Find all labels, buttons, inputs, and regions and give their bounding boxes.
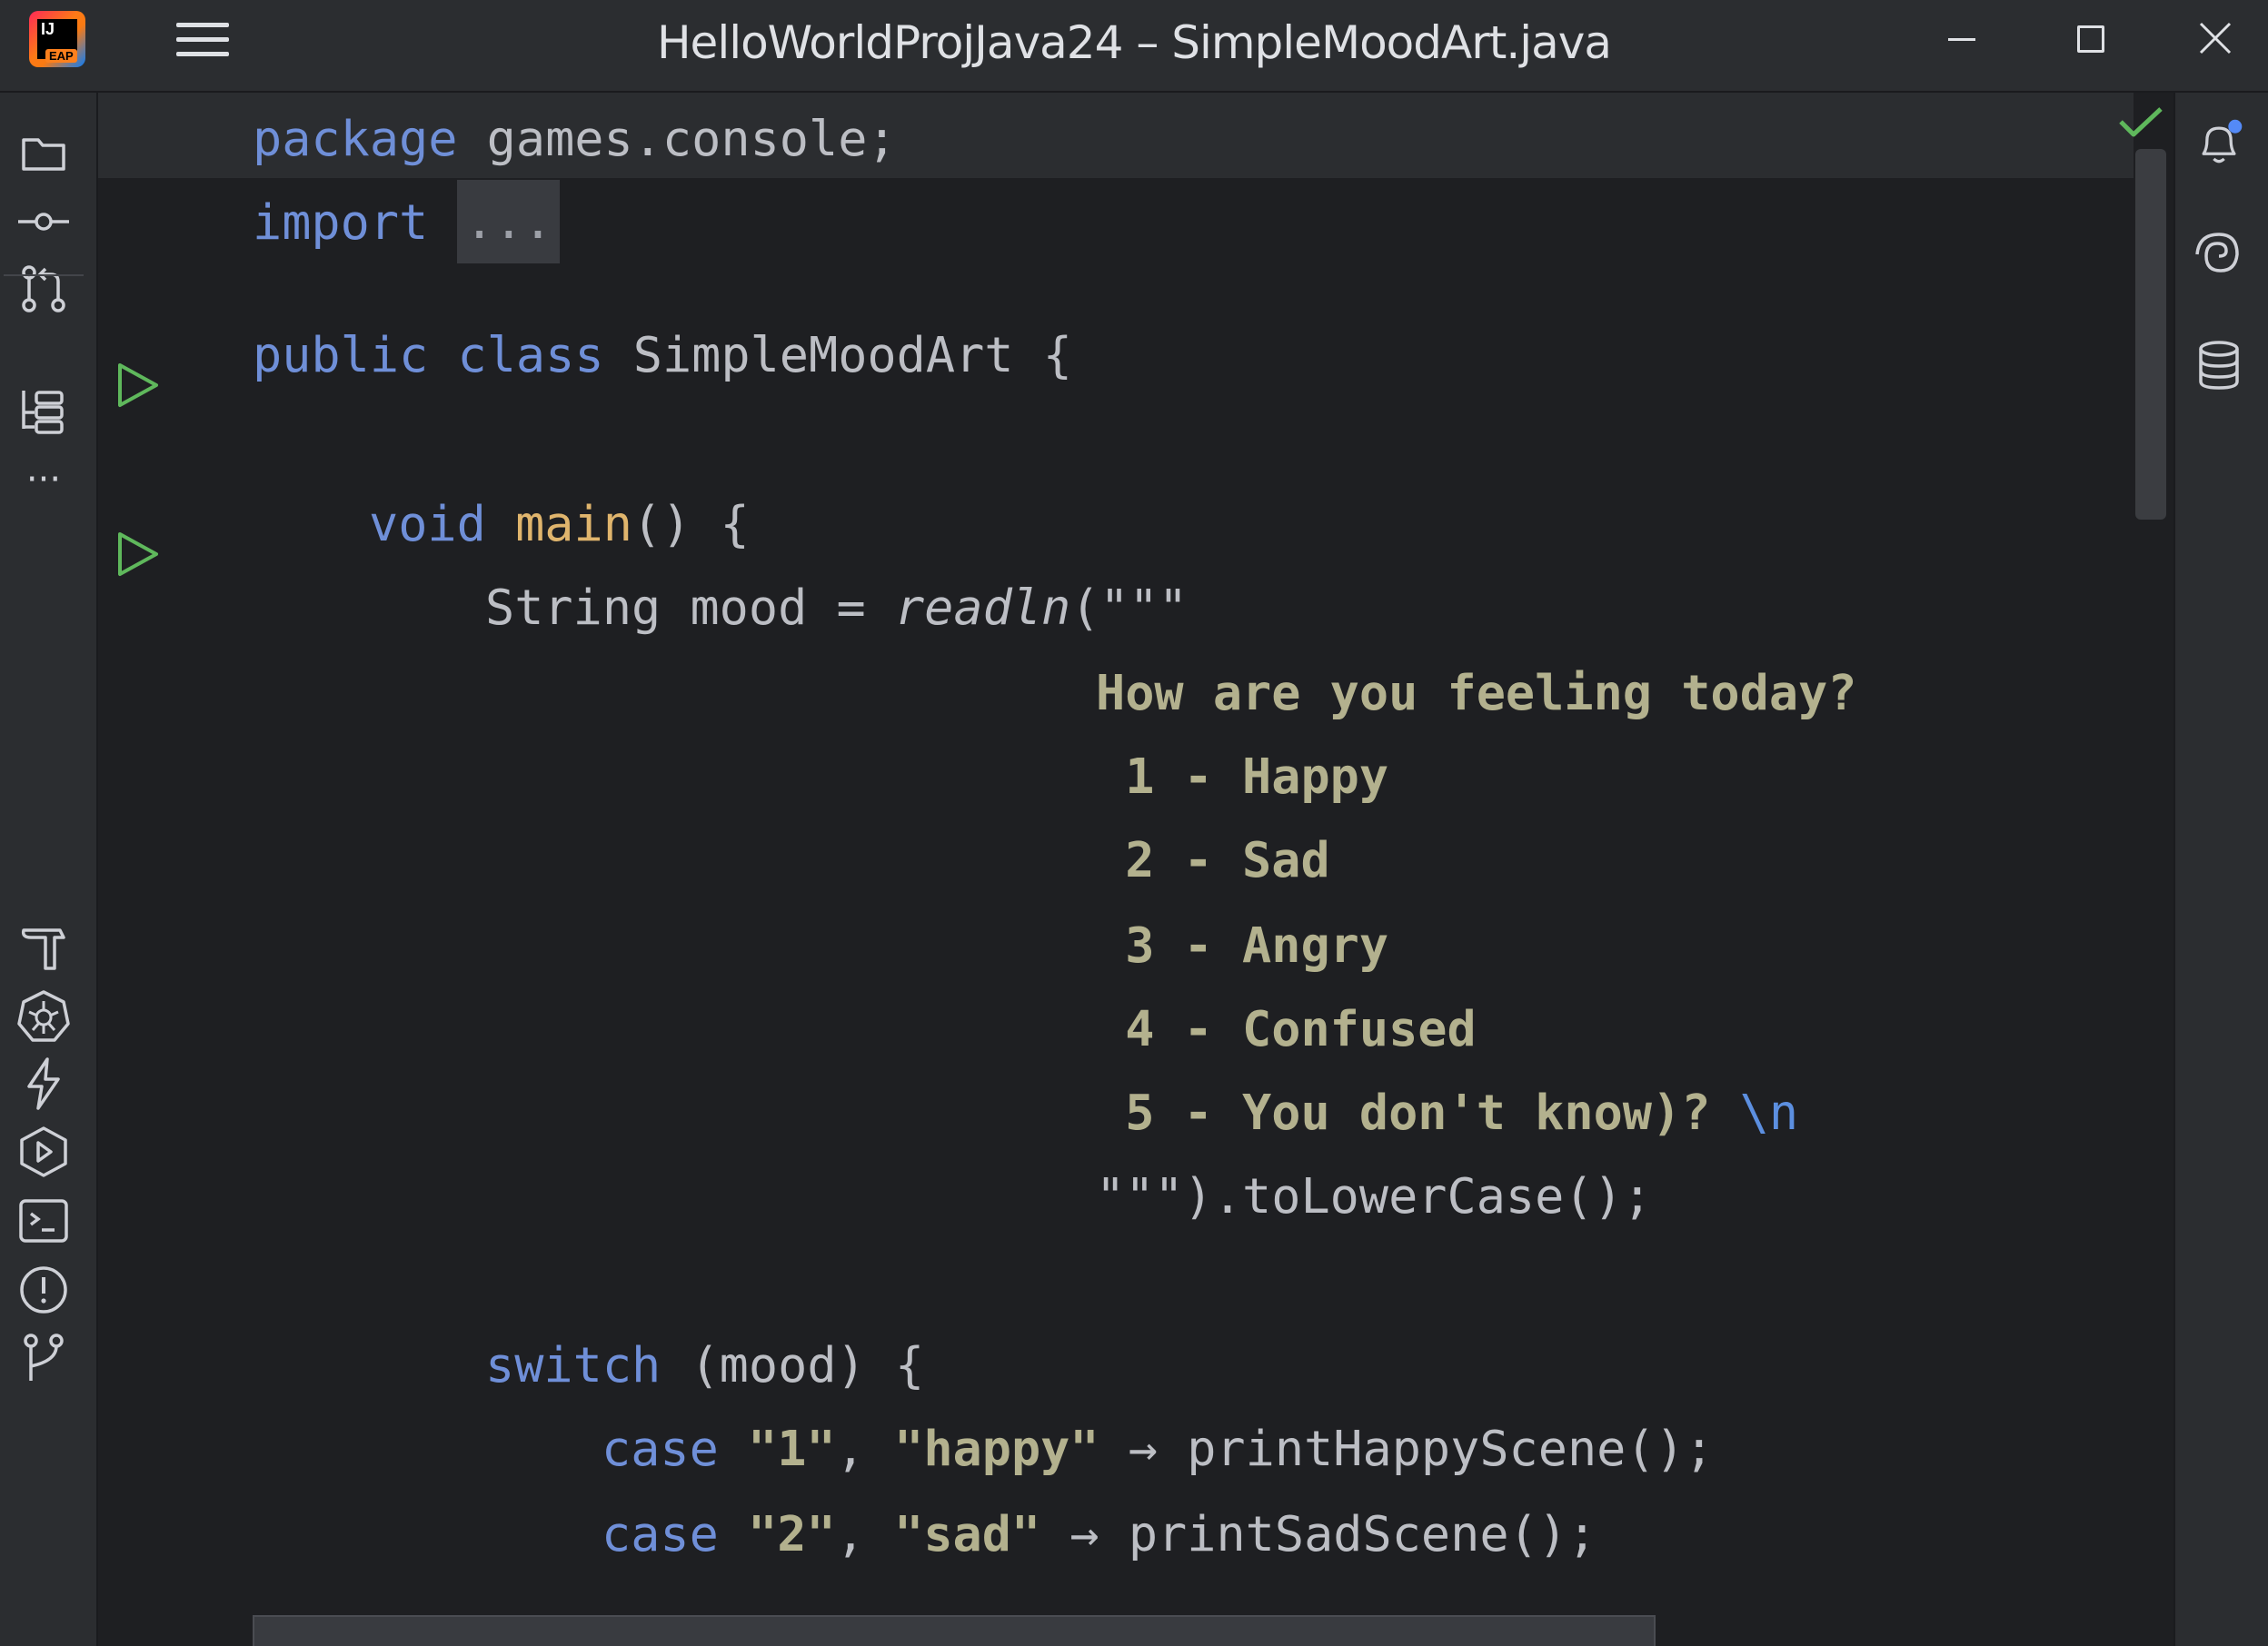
code-line-option-4[interactable]: 4 - Confused [1096, 987, 1477, 1071]
git-branch-icon[interactable] [16, 1330, 71, 1384]
code-line-option-1[interactable]: 1 - Happy [1096, 734, 1388, 818]
editor-scrollbar[interactable] [2135, 149, 2166, 520]
problems-icon[interactable] [16, 1263, 71, 1317]
minimize-button[interactable] [1935, 16, 1990, 62]
ai-assistant-icon[interactable] [2192, 229, 2246, 283]
code-line-case-happy[interactable]: case "1", "happy" → printHappyScene(); [602, 1406, 1714, 1491]
code-line-switch[interactable]: switch (mood) { [485, 1323, 924, 1407]
code-line-option-5[interactable]: 5 - You don't know)? \n [1096, 1070, 1798, 1155]
right-tool-strip [2174, 93, 2268, 1646]
commit-icon[interactable] [16, 194, 71, 249]
code-line-class-decl[interactable]: public class SimpleMoodArt { [253, 312, 1072, 397]
more-icon[interactable]: ··· [16, 452, 71, 507]
code-line-case-sad[interactable]: case "2", "sad" → printSadScene(); [602, 1492, 1597, 1576]
code-line-option-3[interactable]: 3 - Angry [1096, 903, 1388, 987]
terminal-icon[interactable] [16, 1194, 71, 1248]
code-line-package[interactable]: package games.console; [253, 96, 897, 181]
code-line-text-block-end[interactable]: """).toLowerCase(); [1096, 1154, 1652, 1238]
maximize-button[interactable] [2061, 16, 2115, 62]
run-services-icon[interactable] [16, 1125, 71, 1179]
run-class-icon[interactable] [109, 358, 164, 412]
title-bar: IJ EAP HelloWorldProjJava24 – SimpleMood… [0, 0, 2268, 93]
project-folder-icon[interactable] [16, 125, 71, 180]
code-line-readln[interactable]: String mood = readln(""" [485, 565, 1188, 649]
pull-requests-icon[interactable] [16, 262, 71, 316]
folded-imports[interactable]: ... [457, 180, 561, 263]
notifications-bell-icon[interactable] [2192, 116, 2246, 171]
code-line-main[interactable]: void main() { [369, 481, 750, 566]
structure-icon[interactable] [16, 385, 71, 440]
database-icon[interactable] [2192, 338, 2246, 392]
completion-popup-edge[interactable] [253, 1615, 1656, 1646]
ide-window: IJ EAP HelloWorldProjJava24 – SimpleMood… [0, 0, 2268, 1646]
left-tool-strip: ··· [0, 93, 98, 1646]
code-line-prompt[interactable]: How are you feeling today? [1096, 650, 1856, 735]
kubernetes-icon[interactable] [16, 988, 71, 1043]
window-title: HelloWorldProjJava24 – SimpleMoodArt.jav… [656, 16, 1612, 69]
code-line-import[interactable]: import ... [253, 180, 561, 264]
services-lightning-icon[interactable] [16, 1056, 71, 1110]
no-problems-check-icon[interactable] [2117, 104, 2164, 144]
close-button[interactable] [2188, 16, 2243, 62]
run-main-icon[interactable] [109, 527, 164, 581]
code-editor[interactable]: package games.console; import ... public… [98, 93, 2174, 1646]
code-line-option-2[interactable]: 2 - Sad [1096, 818, 1329, 902]
build-hammer-icon[interactable] [16, 919, 71, 974]
